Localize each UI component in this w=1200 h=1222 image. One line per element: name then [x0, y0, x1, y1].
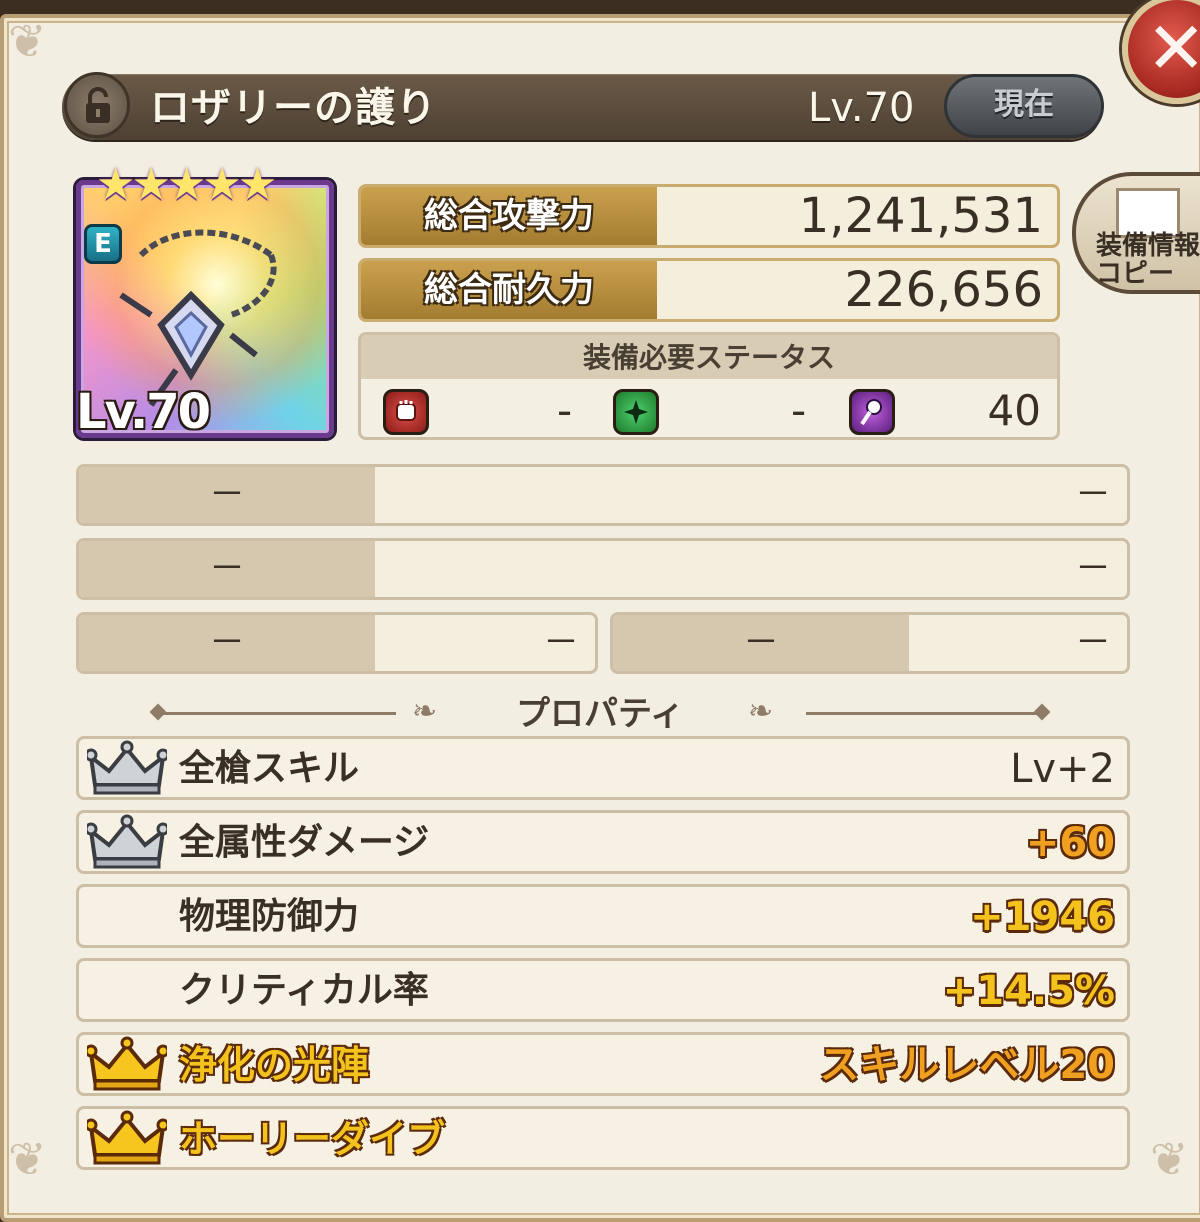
- slot-row: － －: [76, 612, 598, 674]
- current-status-button[interactable]: 現在: [944, 74, 1104, 138]
- item-level: Lv.70: [808, 85, 915, 131]
- item-icon-level: Lv.70: [76, 384, 211, 440]
- slot-label: －: [79, 541, 375, 597]
- slot-row: － －: [610, 612, 1130, 674]
- close-icon: ✕: [1146, 6, 1200, 90]
- corner-ornament-icon: ❦: [1150, 1132, 1189, 1186]
- gold-crown-icon: [87, 1036, 167, 1091]
- gold-crown-icon: [87, 1110, 167, 1165]
- lock-toggle[interactable]: [64, 72, 130, 138]
- property-row: 浄化の光陣 スキルレベル20: [76, 1032, 1130, 1096]
- property-name: クリティカル率: [179, 970, 429, 1011]
- slot-value: －: [1074, 474, 1111, 515]
- int-requirement-value: 40: [987, 386, 1041, 435]
- rarity-stars: ★★★★★: [96, 159, 277, 210]
- lock-icon: [86, 87, 110, 123]
- total-attack-value: 1,241,531: [798, 188, 1043, 244]
- property-name: 物理防御力: [179, 896, 360, 937]
- silver-crown-icon: [87, 740, 167, 795]
- fist-icon: [383, 389, 429, 435]
- total-durability-label: 総合耐久力: [361, 261, 657, 319]
- property-name: ホーリーダイブ: [179, 1117, 446, 1161]
- corner-ornament-icon: ❦: [8, 1132, 47, 1186]
- total-attack-row: 総合攻撃力 1,241,531: [358, 184, 1060, 248]
- flourish-icon: ❧: [748, 694, 774, 729]
- total-durability-row: 総合耐久力 226,656: [358, 258, 1060, 322]
- properties-title: プロパティ: [516, 694, 684, 734]
- property-value: +60: [1025, 820, 1115, 866]
- property-name: 全属性ダメージ: [179, 822, 430, 863]
- corner-ornament-icon: ❦: [8, 14, 47, 68]
- rank-badge: E: [84, 224, 122, 264]
- property-row: クリティカル率 +14.5%: [76, 958, 1130, 1022]
- slot-label: －: [79, 615, 375, 671]
- property-row: 全槍スキル Lv+2: [76, 736, 1130, 800]
- slot-label: －: [613, 615, 909, 671]
- property-value: Lv+2: [1010, 746, 1115, 792]
- property-value: +14.5%: [942, 968, 1115, 1014]
- divider-line: [160, 712, 396, 715]
- property-row: ホーリーダイブ: [76, 1106, 1130, 1170]
- slot-value: －: [1074, 548, 1111, 589]
- property-value: +1946: [970, 894, 1115, 940]
- required-status-box: 装備必要ステータス - - 40: [358, 332, 1060, 440]
- staff-icon: [849, 389, 895, 435]
- slot-row: － －: [76, 538, 1130, 600]
- property-name: 浄化の光陣: [179, 1043, 370, 1087]
- total-durability-value: 226,656: [844, 262, 1044, 318]
- slot-value: －: [1074, 622, 1111, 663]
- required-status-header: 装備必要ステータス: [361, 335, 1057, 379]
- slot-row: － －: [76, 464, 1130, 526]
- copy-equipment-info-label: 装備情報 コピー: [1096, 231, 1200, 289]
- flourish-icon: ❧: [412, 694, 438, 729]
- property-name: 全槍スキル: [179, 748, 360, 789]
- sparkle-icon: [613, 389, 659, 435]
- property-row: 物理防御力 +1946: [76, 884, 1130, 948]
- slot-label: －: [79, 467, 375, 523]
- dex-requirement-value: -: [791, 386, 807, 435]
- property-row: 全属性ダメージ +60: [76, 810, 1130, 874]
- item-name: ロザリーの護り: [150, 85, 437, 131]
- divider-line: [806, 712, 1038, 715]
- str-requirement-value: -: [557, 386, 573, 435]
- slot-value: －: [542, 622, 579, 663]
- total-attack-label: 総合攻撃力: [361, 187, 657, 245]
- property-value: スキルレベル20: [819, 1042, 1115, 1088]
- silver-crown-icon: [87, 814, 167, 869]
